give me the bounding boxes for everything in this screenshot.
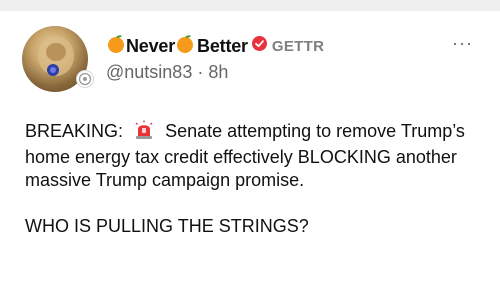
user-handle[interactable]: @nutsin83 — [106, 62, 192, 82]
handle-row: @nutsin83 · 8h — [106, 62, 228, 83]
orange-emoji-icon — [106, 34, 126, 59]
timestamp[interactable]: 8h — [208, 62, 228, 82]
siren-icon — [133, 120, 155, 146]
display-name-row[interactable]: Never Better GETTR — [106, 33, 324, 59]
top-strip — [0, 0, 500, 11]
red-check-badge-icon — [251, 35, 268, 57]
body-question: WHO IS PULLING THE STRINGS? — [25, 216, 309, 236]
avatar-badge-icon — [76, 70, 94, 88]
separator: · — [197, 62, 204, 82]
more-options-button[interactable]: ··· — [452, 34, 473, 52]
display-name-part2: Better — [197, 35, 248, 56]
body-prefix: BREAKING: — [25, 121, 124, 141]
platform-label: GETTR — [271, 37, 325, 55]
orange-emoji-icon — [175, 34, 195, 59]
display-name-part1: Never — [126, 35, 176, 56]
post-body: BREAKING: Senate attempting to remove Tr… — [25, 120, 485, 238]
